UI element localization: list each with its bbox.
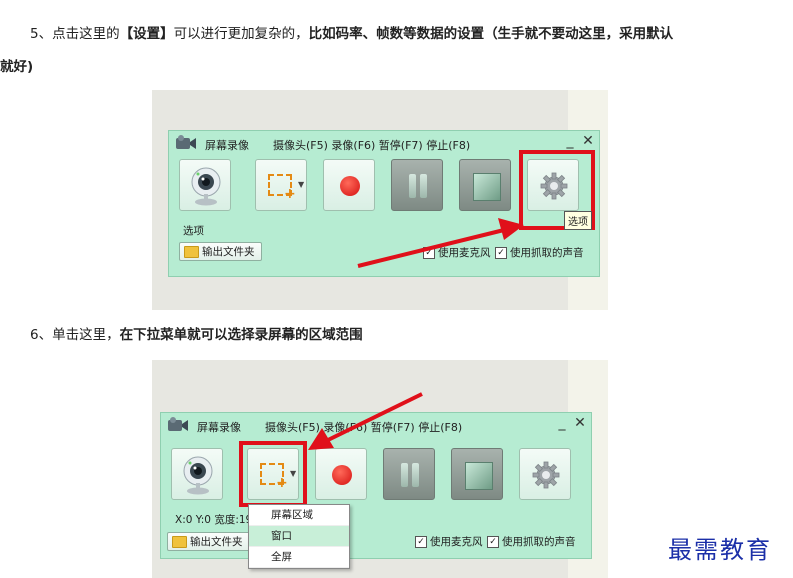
step5-text-line2: 就好) — [0, 55, 33, 79]
step5-text: 5、点击这里的【设置】可以进行更加复杂的，比如码率、帧数等数据的设置（生手就不要… — [0, 22, 793, 46]
step6-text: 6、单击这里，在下拉菜单就可以选择录屏幕的区域范围 — [0, 323, 363, 347]
step5-bold-settings: 【设置】 — [119, 26, 174, 42]
brand-watermark: 最需教育 — [668, 536, 772, 564]
step6-pre: 单击这里， — [52, 327, 120, 343]
screenshot-region: 屏幕录像 摄像头(F5) 录像(F6) 暂停(F7) 停止(F8) _ ✕ + ▼ — [152, 360, 608, 578]
step6-number: 6、 — [30, 327, 53, 343]
step5-bold-end: 就好) — [0, 59, 34, 75]
step5-pre: 点击这里的 — [52, 26, 120, 42]
arrow-icon-2 — [308, 392, 423, 450]
step5-number: 5、 — [30, 26, 53, 42]
step6-bold: 在下拉菜单就可以选择录屏幕的区域范围 — [119, 327, 363, 343]
step5-mid: 可以进行更加复杂的， — [173, 26, 309, 42]
arrow-icon — [357, 218, 524, 268]
step5-bold-detail: 比如码率、帧数等数据的设置（生手就不要动这里，采用默认 — [308, 26, 674, 42]
screenshot-settings: 屏幕录像 摄像头(F5) 录像(F6) 暂停(F7) 停止(F8) _ ✕ + ▼ — [152, 90, 608, 310]
